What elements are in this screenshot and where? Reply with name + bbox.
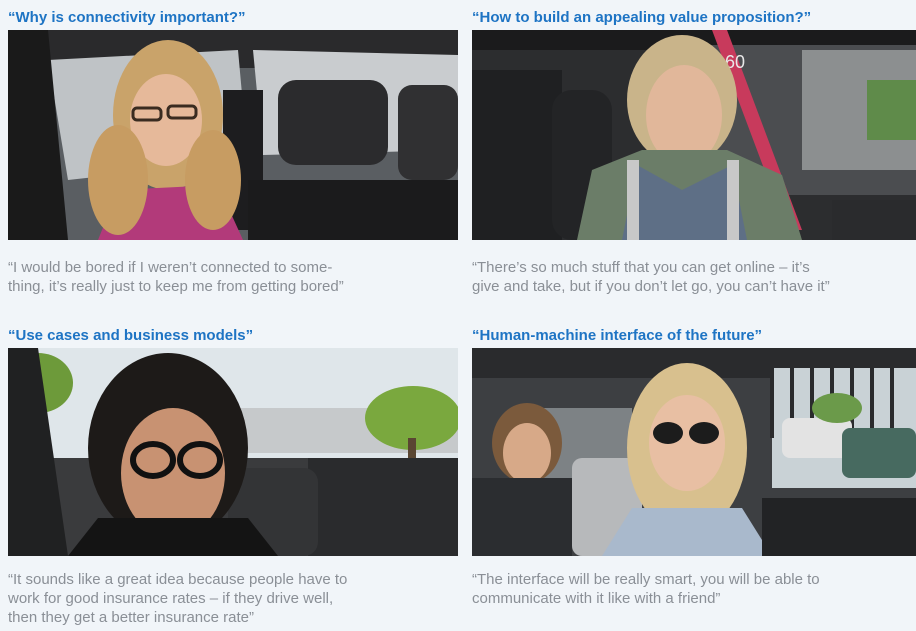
panel-heading: “How to build an appealing value proposi…	[472, 9, 812, 26]
panel-quote: “There’s so much stuff that you can get …	[472, 259, 830, 295]
interview-photo	[472, 348, 916, 556]
interview-panel-4: “Human-machine interface of the future”	[472, 327, 916, 607]
interview-photo	[8, 30, 458, 240]
interview-photo	[8, 348, 458, 556]
panel-quote: “The interface will be really smart, you…	[472, 571, 820, 607]
panel-heading: “Human-machine interface of the future”	[472, 327, 763, 344]
panel-quote: “It sounds like a great idea because peo…	[8, 571, 348, 626]
interview-panel-2: “How to build an appealing value proposi…	[472, 9, 916, 295]
interview-panel-1: “Why is connectivity important?” “I woul…	[8, 9, 458, 295]
interview-panel-3: “Use cases and business models” “It soun…	[8, 327, 458, 631]
panel-heading: “Use cases and business models”	[8, 327, 254, 344]
interview-photo: 60	[472, 30, 916, 240]
panel-quote: “I would be bored if I weren’t connected…	[8, 259, 344, 295]
panel-heading: “Why is connectivity important?”	[8, 9, 246, 26]
